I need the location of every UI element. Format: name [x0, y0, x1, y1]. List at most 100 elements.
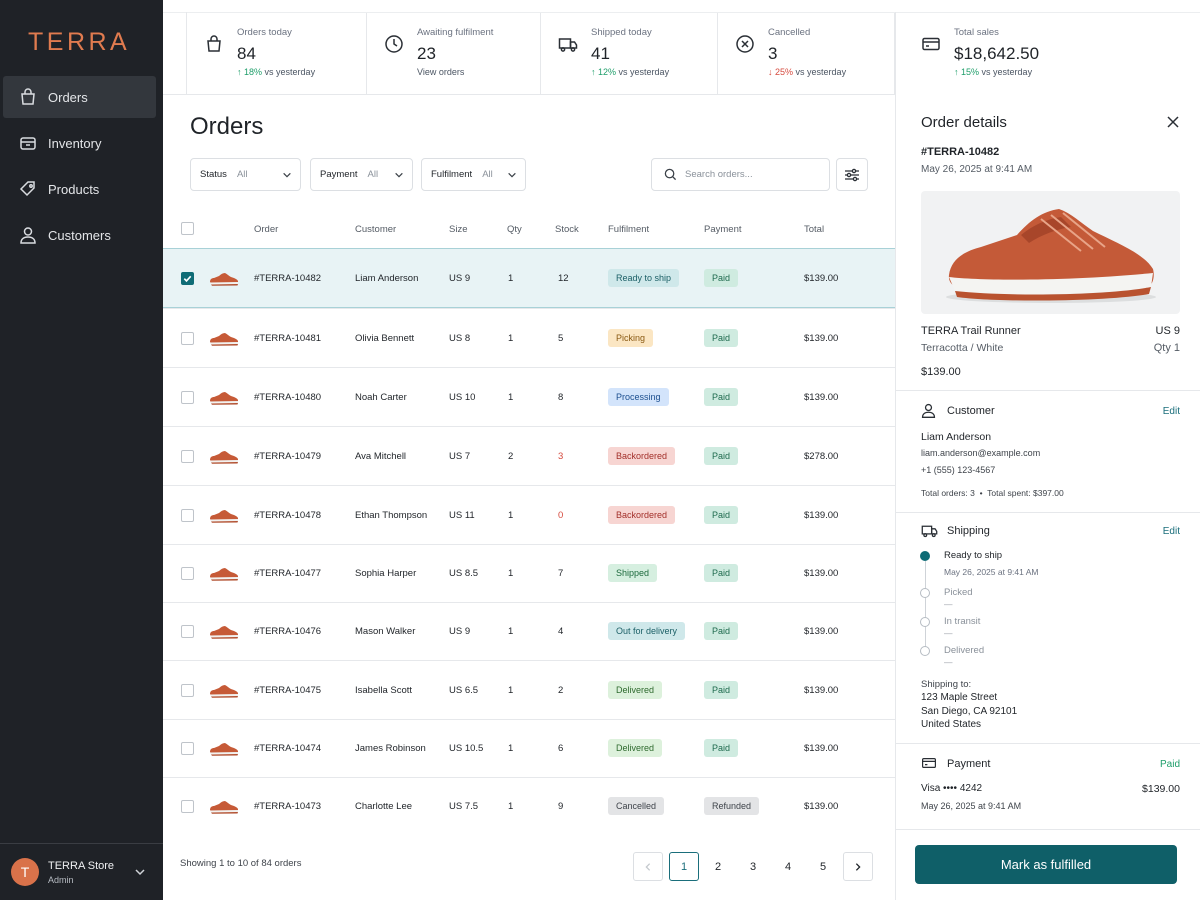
table-row[interactable]: #TERRA-10482 Liam Anderson US 9 1 12 Ready to…	[163, 248, 895, 308]
sidebar-item-orders[interactable]: Orders	[3, 76, 156, 118]
row-checkbox[interactable]	[181, 332, 194, 345]
order-id[interactable]: #TERRA-10482	[254, 273, 321, 284]
sidebar-item-products[interactable]: Products	[3, 168, 156, 210]
sidebar-item-label: Products	[48, 181, 100, 197]
table-row[interactable]: #TERRA-10474 James Robinson US 10.5 1 6 Deliv…	[163, 719, 895, 777]
brand-logo[interactable]: TERRA	[28, 28, 130, 57]
column-header[interactable]: Fulfilment	[608, 224, 649, 235]
fulfilment-badge: Processing	[608, 388, 669, 406]
row-checkbox[interactable]	[181, 567, 194, 580]
table-row[interactable]: #TERRA-10476 Mason Walker US 9 1 4 Out for de…	[163, 602, 895, 660]
size: US 10.5	[449, 743, 484, 754]
product-size: US 9	[1155, 325, 1180, 337]
edit-shipping-link[interactable]: Edit	[1163, 526, 1180, 537]
payment-heading: Payment	[947, 758, 991, 770]
chevron-down-icon[interactable]	[134, 866, 146, 878]
chevron-down-icon	[395, 172, 403, 178]
stat-total-sales: Total sales $18,642.50 ↑ 15% vs yesterda…	[895, 13, 1200, 95]
table-row[interactable]: #TERRA-10481 Olivia Bennett US 8 1 5 Picking P…	[163, 308, 895, 367]
sidebar-item-customers[interactable]: Customers	[3, 214, 156, 256]
stat-value: 41	[591, 44, 610, 63]
divider	[896, 512, 1200, 513]
page-button[interactable]: 5	[808, 852, 838, 881]
card-icon	[922, 758, 936, 768]
page-button[interactable]: 3	[738, 852, 768, 881]
qty: 2	[508, 451, 514, 462]
payment-card: Visa •••• 4242	[921, 783, 983, 794]
row-checkbox[interactable]	[181, 450, 194, 463]
order-id[interactable]: #TERRA-10476	[254, 626, 321, 637]
table-row[interactable]: #TERRA-10478 Ethan Thompson US 11 1 0 Backord…	[163, 485, 895, 544]
order-id[interactable]: #TERRA-10475	[254, 685, 321, 696]
row-checkbox[interactable]	[181, 742, 194, 755]
order-total: $139.00	[804, 333, 839, 344]
table-row[interactable]: #TERRA-10475 Isabella Scott US 6.5 1 2 Delive…	[163, 660, 895, 719]
view-orders-link[interactable]: View orders	[417, 67, 464, 77]
status-filter[interactable]: Status All	[190, 158, 301, 191]
shoe-icon	[210, 273, 238, 286]
row-checkbox[interactable]	[181, 625, 194, 638]
store-switcher[interactable]: T TERRA Store Admin	[0, 843, 163, 900]
stock: 7	[558, 568, 564, 579]
column-header[interactable]: Qty	[507, 224, 522, 235]
next-page-button[interactable]	[843, 852, 873, 881]
stock: 2	[558, 685, 564, 696]
filter-value: All	[367, 169, 379, 180]
column-header[interactable]: Customer	[355, 224, 396, 235]
qty: 1	[508, 568, 514, 579]
row-checkbox[interactable]	[181, 684, 194, 697]
order-id[interactable]: #TERRA-10480	[254, 392, 321, 403]
table-row[interactable]: #TERRA-10480 Noah Carter US 10 1 8 Processing…	[163, 367, 895, 426]
select-all-checkbox[interactable]	[181, 222, 194, 235]
stock: 5	[558, 333, 564, 344]
avatar: T	[11, 858, 39, 886]
sidebar-item-inventory[interactable]: Inventory	[3, 122, 156, 164]
table-row[interactable]: #TERRA-10477 Sophia Harper US 8.5 1 7 Shipped…	[163, 544, 895, 602]
order-total: $139.00	[804, 743, 839, 754]
timeline-step: Picked	[944, 587, 973, 598]
column-header[interactable]: Size	[449, 224, 467, 235]
customer-email[interactable]: liam.anderson@example.com	[921, 448, 1040, 458]
row-checkbox[interactable]	[181, 391, 194, 404]
page-button[interactable]: 1	[669, 852, 699, 881]
stat-shipped-today: Shipped today 41 ↑ 12% vs yesterday	[541, 13, 718, 95]
row-checkbox[interactable]	[181, 509, 194, 522]
timeline-line	[925, 561, 926, 651]
fulfilment-filter[interactable]: Fulfilment All	[421, 158, 526, 191]
payment-badge: Paid	[704, 622, 739, 640]
page-button[interactable]: 4	[773, 852, 803, 881]
fulfilment-badge: Delivered	[608, 681, 663, 699]
payment-filter[interactable]: Payment All	[310, 158, 413, 191]
order-id[interactable]: #TERRA-10474	[254, 743, 321, 754]
divider	[896, 390, 1200, 391]
qty: 1	[508, 333, 514, 344]
order-id[interactable]: #TERRA-10473	[254, 801, 321, 812]
column-header[interactable]: Payment	[704, 224, 742, 235]
column-header[interactable]: Stock	[555, 224, 579, 235]
checkmark-icon	[183, 275, 192, 283]
store-role: Admin	[48, 874, 74, 885]
order-id[interactable]: #TERRA-10481	[254, 333, 321, 344]
stats-bar: Orders today 84 ↑ 18% vs yesterday Await…	[187, 13, 1200, 95]
prev-page-button[interactable]	[633, 852, 663, 881]
fulfilment-badge: Backordered	[608, 506, 676, 524]
row-checkbox[interactable]	[181, 800, 194, 813]
table-row[interactable]: #TERRA-10479 Ava Mitchell US 7 2 3 Backordere…	[163, 426, 895, 485]
order-id[interactable]: #TERRA-10477	[254, 568, 321, 579]
filter-settings-button[interactable]	[836, 158, 868, 191]
table-row[interactable]: #TERRA-10473 Charlotte Lee US 7.5 1 9 Cancell…	[163, 777, 895, 835]
search-input[interactable]	[685, 169, 815, 180]
customer-name: Olivia Bennett	[355, 333, 415, 344]
search-icon	[664, 168, 677, 181]
mark-as-fulfilled-button[interactable]: Mark as fulfilled	[915, 845, 1177, 884]
page-button[interactable]: 2	[703, 852, 733, 881]
edit-customer-link[interactable]: Edit	[1163, 406, 1180, 417]
column-header[interactable]: Order	[254, 224, 278, 235]
order-id[interactable]: #TERRA-10479	[254, 451, 321, 462]
size: US 6.5	[449, 685, 479, 696]
close-icon[interactable]	[1167, 116, 1179, 128]
timeline-dot-done	[920, 551, 930, 561]
row-checkbox[interactable]	[181, 272, 194, 285]
column-header[interactable]: Total	[804, 224, 824, 235]
order-id[interactable]: #TERRA-10478	[254, 510, 321, 521]
